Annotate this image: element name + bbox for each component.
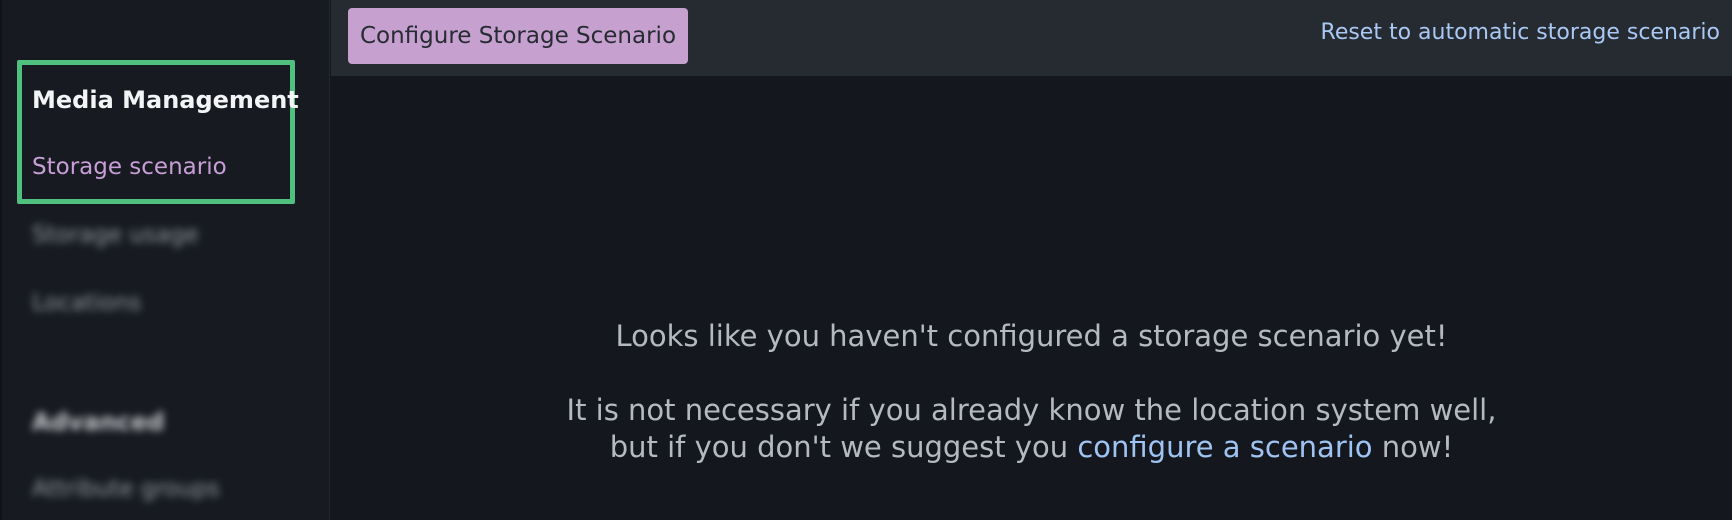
empty-state-line-1: It is not necessary if you already know … xyxy=(566,393,1497,427)
sidebar-item-storage-usage[interactable]: Storage usage xyxy=(32,222,199,248)
sidebar-section-media-management: Media Management xyxy=(32,86,299,114)
sidebar-item-locations[interactable]: Locations xyxy=(32,290,141,316)
empty-state-line-2-suffix: now! xyxy=(1372,430,1454,464)
sidebar-edge xyxy=(0,0,2,520)
toolbar: Configure Storage Scenario Reset to auto… xyxy=(331,0,1732,76)
empty-state-line-2-prefix: but if you don't we suggest you xyxy=(609,430,1078,464)
sidebar-item-attribute-groups[interactable]: Attribute groups xyxy=(32,476,220,502)
sidebar-item-storage-scenario[interactable]: Storage scenario xyxy=(32,154,227,180)
empty-state-message: Looks like you haven't configured a stor… xyxy=(331,318,1732,466)
sidebar-section-advanced: Advanced xyxy=(32,408,165,436)
empty-state-line-2: but if you don't we suggest you configur… xyxy=(331,429,1732,466)
configure-scenario-link[interactable]: configure a scenario xyxy=(1077,430,1372,464)
highlight-box xyxy=(17,60,295,204)
configure-storage-scenario-button[interactable]: Configure Storage Scenario xyxy=(348,8,688,64)
empty-state-title: Looks like you haven't configured a stor… xyxy=(615,319,1448,353)
reset-storage-scenario-link[interactable]: Reset to automatic storage scenario xyxy=(1321,20,1720,45)
sidebar: Media Management Storage scenario Storag… xyxy=(0,0,330,520)
